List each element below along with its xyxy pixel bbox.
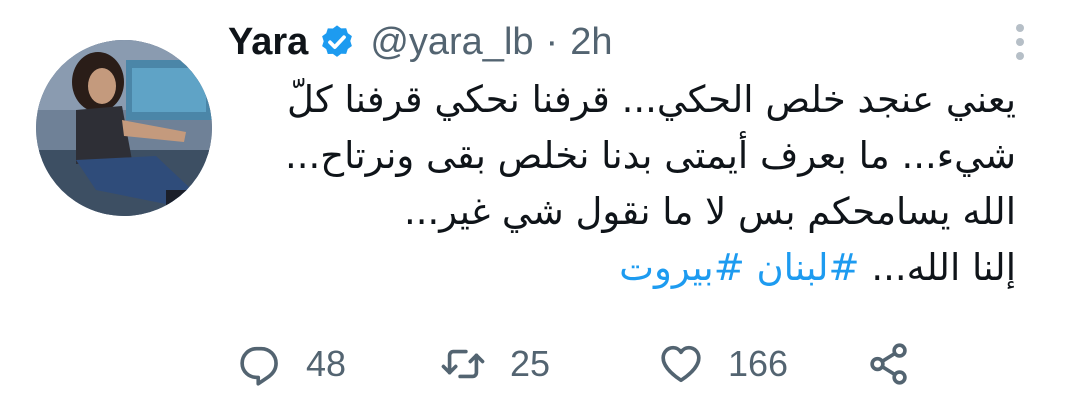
more-options-icon[interactable]	[1004, 20, 1036, 64]
reply-icon	[240, 346, 278, 386]
tweet-line: الله يسامحكم بس لا ما نقول شي غير...	[403, 190, 1016, 233]
share-button[interactable]	[866, 332, 912, 396]
tweet-line: شيء... ما بعرف أيمتى بدنا نخلص بقى ونرتا…	[284, 134, 1016, 177]
hashtag-link[interactable]: #بيروت	[619, 246, 745, 289]
tweet-line: يعني عنجد خلص الحكي... قرفنا نحكي قرفنا …	[286, 78, 1016, 121]
hashtag-link[interactable]: #لبنان	[756, 246, 859, 289]
retweet-icon	[441, 349, 485, 379]
tweet-text: يعني عنجد خلص الحكي... قرفنا نحكي قرفنا …	[216, 72, 1016, 296]
reply-count: 48	[306, 343, 347, 384]
retweet-count: 25	[510, 343, 551, 384]
retweet-button[interactable]: 25	[440, 332, 550, 396]
avatar[interactable]	[36, 40, 212, 216]
author-handle[interactable]: @yara_lb	[370, 21, 533, 64]
avatar-photo	[36, 40, 212, 216]
author-display-name[interactable]: Yara	[228, 21, 308, 64]
verified-badge-icon	[318, 23, 356, 61]
reply-button[interactable]: 48	[236, 332, 346, 396]
like-button[interactable]: 166	[658, 332, 788, 396]
tweet-line-text: إلنا الله...	[871, 246, 1016, 289]
tweet-line-last: إلنا الله... #لبنان #بيروت	[216, 240, 1016, 296]
tweet-timestamp[interactable]: 2h	[570, 21, 612, 64]
like-count: 166	[728, 343, 789, 384]
tweet-action-bar: 48 25 166	[0, 332, 1080, 396]
share-icon	[870, 343, 907, 385]
header-separator: ·	[545, 20, 559, 63]
tweet-header: Yara @yara_lb · 2h	[228, 14, 612, 70]
heart-icon	[661, 345, 701, 383]
